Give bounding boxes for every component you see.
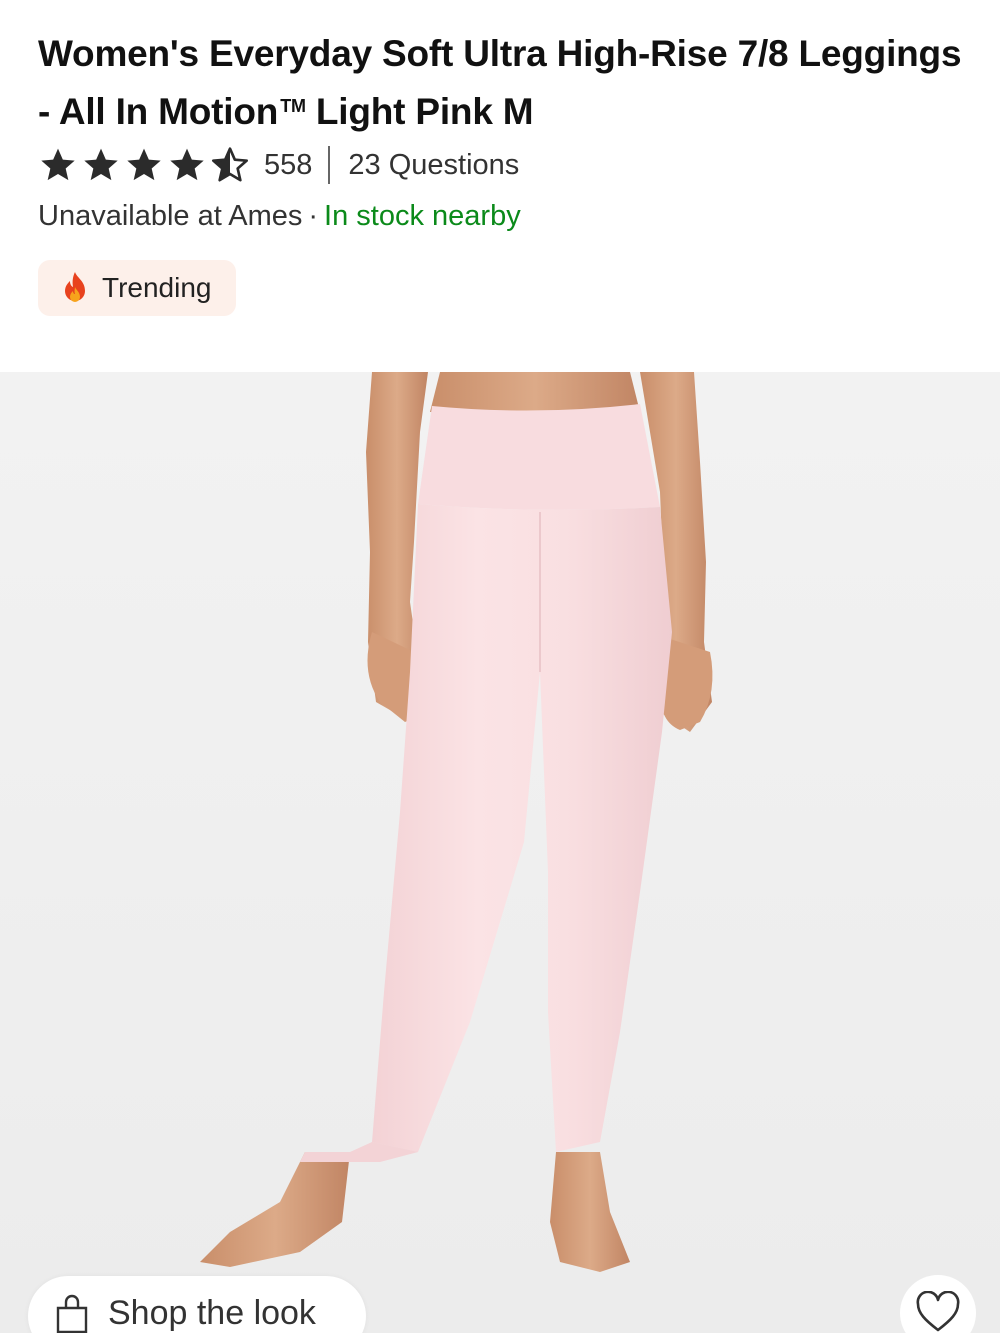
store-status: Unavailable at Ames [38,200,303,232]
flame-icon [65,272,85,302]
product-title-variant: Light Pink M [315,91,534,132]
product-image[interactable] [0,372,1000,1333]
shop-the-look-button[interactable]: Shop the look [28,1276,366,1333]
questions-link[interactable]: 23 Questions [348,149,519,182]
star-half-icon [212,147,249,182]
product-header: Women's Everyday Soft Ultra High-Rise 7/… [0,0,1000,372]
trademark-mark: TM [280,96,306,116]
leggings-photo [200,372,713,1272]
rating-divider [328,146,331,184]
star-rating [38,145,250,185]
availability-row[interactable]: Unavailable at Ames · In stock nearby [38,200,521,233]
nearby-stock-link[interactable]: In stock nearby [324,200,521,232]
review-count-link[interactable]: 558 [264,149,312,182]
star-full-icon [84,148,118,181]
star-full-icon [170,148,204,181]
product-title: Women's Everyday Soft Ultra High-Rise 7/… [38,28,968,138]
trending-badge: Trending [38,260,236,316]
rating-row[interactable]: 558 23 Questions [38,143,519,187]
trending-label: Trending [102,272,212,303]
availability-separator: · [308,200,319,232]
shopping-bag-icon [56,1294,88,1333]
heart-icon [916,1291,960,1332]
star-full-icon [127,148,161,181]
shop-the-look-label: Shop the look [108,1294,316,1332]
star-full-icon [41,148,75,181]
